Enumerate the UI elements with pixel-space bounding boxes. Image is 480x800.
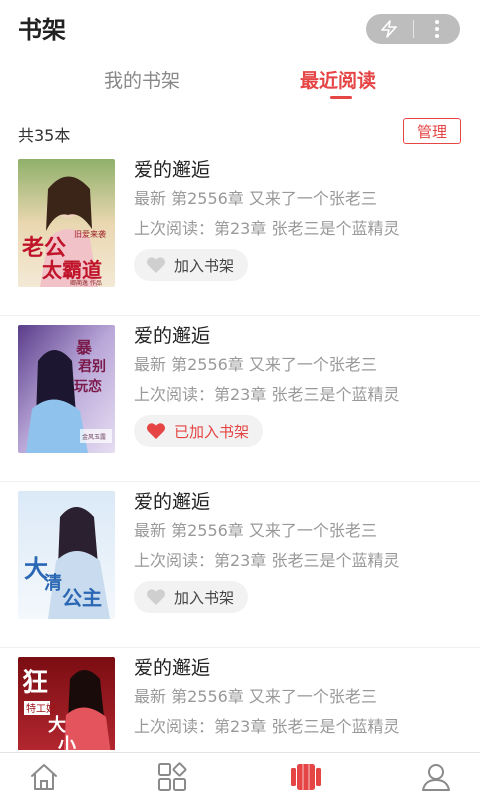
last-read-chapter: 上次阅读：第23章 张老三是个蓝精灵 — [134, 717, 400, 736]
list-item[interactable]: 暴 君别 玩恋 金风玉露 爱的邂逅 最新 第2556章 又来了一个张老三 上次阅… — [0, 316, 480, 482]
category-icon — [158, 762, 187, 791]
tabbar-category[interactable] — [156, 761, 188, 793]
profile-icon — [422, 764, 450, 791]
book-title: 爱的邂逅 — [134, 159, 211, 181]
tabbar-profile[interactable] — [420, 761, 452, 793]
tab-my-shelf[interactable]: 我的书架 — [104, 66, 180, 93]
latest-chapter: 最新 第2556章 又来了一个张老三 — [134, 521, 377, 540]
header: 书架 — [0, 0, 480, 56]
book-list: 旧爱来袭 老公 太霸道 卿蔺逸 作品 爱的邂逅 最新 第2556章 又来了一个张… — [0, 150, 480, 750]
shelf-button-label: 加入书架 — [174, 588, 235, 607]
book-title: 爱的邂逅 — [134, 657, 211, 679]
book-info: 爱的邂逅 最新 第2556章 又来了一个张老三 上次阅读：第23章 张老三是个蓝… — [134, 156, 464, 244]
svg-text:旧爱来袭: 旧爱来袭 — [74, 229, 106, 239]
tab-bar: 我的书架 最近阅读 — [0, 56, 480, 100]
active-tab-indicator — [330, 96, 352, 99]
book-count: 共35本 — [18, 126, 71, 145]
page-title: 书架 — [18, 16, 66, 44]
book-cover[interactable]: 大 清 公主 — [18, 491, 115, 619]
more-vertical-icon — [434, 20, 439, 38]
book-info: 爱的邂逅 最新 第2556章 又来了一个张老三 上次阅读：第23章 张老三是个蓝… — [134, 322, 464, 410]
tabbar-home[interactable] — [28, 761, 60, 793]
last-read-chapter: 上次阅读：第23章 张老三是个蓝精灵 — [134, 385, 400, 404]
book-cover[interactable]: 旧爱来袭 老公 太霸道 卿蔺逸 作品 — [18, 159, 115, 287]
book-cover[interactable]: 暴 君别 玩恋 金风玉露 — [18, 325, 115, 453]
heart-outline-icon — [146, 256, 166, 274]
svg-text:大: 大 — [48, 714, 66, 736]
svg-text:公主: 公主 — [62, 586, 102, 610]
book-title: 爱的邂逅 — [134, 325, 211, 347]
list-item[interactable]: 旧爱来袭 老公 太霸道 卿蔺逸 作品 爱的邂逅 最新 第2556章 又来了一个张… — [0, 150, 480, 316]
shelf-summary: 共35本 管理 — [0, 110, 480, 150]
svg-text:卿蔺逸 作品: 卿蔺逸 作品 — [70, 279, 102, 287]
svg-text:特工妃: 特工妃 — [26, 703, 56, 715]
flash-icon — [381, 20, 398, 38]
heart-filled-icon — [146, 422, 166, 440]
last-read-chapter: 上次阅读：第23章 张老三是个蓝精灵 — [134, 551, 400, 570]
added-to-shelf-button[interactable]: 已加入书架 — [134, 415, 264, 447]
add-to-shelf-button[interactable]: 加入书架 — [134, 249, 249, 281]
svg-text:金风玉露: 金风玉露 — [82, 433, 106, 441]
shelf-button-label: 加入书架 — [174, 256, 235, 275]
list-item[interactable]: 大 清 公主 爱的邂逅 最新 第2556章 又来了一个张老三 上次阅读：第23章… — [0, 482, 480, 648]
last-read-chapter: 上次阅读：第23章 张老三是个蓝精灵 — [134, 219, 400, 238]
svg-text:小: 小 — [58, 735, 76, 750]
tab-recent-reading[interactable]: 最近阅读 — [300, 66, 376, 93]
svg-text:清: 清 — [44, 573, 62, 594]
mini-program-capsule — [366, 14, 460, 44]
svg-text:狂: 狂 — [22, 668, 48, 698]
heart-outline-icon — [146, 588, 166, 606]
shelf-button-label: 已加入书架 — [174, 422, 250, 441]
share-button[interactable] — [366, 14, 413, 44]
latest-chapter: 最新 第2556章 又来了一个张老三 — [134, 687, 377, 706]
svg-text:暴: 暴 — [75, 338, 93, 357]
book-cover[interactable]: 狂 特工妃 大 小 — [18, 657, 115, 750]
latest-chapter: 最新 第2556章 又来了一个张老三 — [134, 355, 377, 374]
svg-text:君别: 君别 — [77, 359, 106, 375]
tabbar-bookshelf[interactable] — [290, 761, 322, 793]
bookshelf-icon — [291, 764, 321, 790]
bottom-tab-bar — [0, 752, 480, 800]
book-info: 爱的邂逅 最新 第2556章 又来了一个张老三 上次阅读：第23章 张老三是个蓝… — [134, 488, 464, 576]
add-to-shelf-button[interactable]: 加入书架 — [134, 581, 249, 613]
manage-button[interactable]: 管理 — [403, 118, 461, 144]
home-icon — [31, 764, 57, 790]
svg-text:玩恋: 玩恋 — [74, 378, 102, 395]
book-info: 爱的邂逅 最新 第2556章 又来了一个张老三 上次阅读：第23章 张老三是个蓝… — [134, 654, 464, 742]
more-button[interactable] — [413, 14, 460, 44]
list-item[interactable]: 狂 特工妃 大 小 爱的邂逅 最新 第2556章 又来了一个张老三 上次阅读：第… — [0, 648, 480, 750]
book-title: 爱的邂逅 — [134, 491, 211, 513]
latest-chapter: 最新 第2556章 又来了一个张老三 — [134, 189, 377, 208]
svg-text:太霸道: 太霸道 — [42, 258, 102, 282]
